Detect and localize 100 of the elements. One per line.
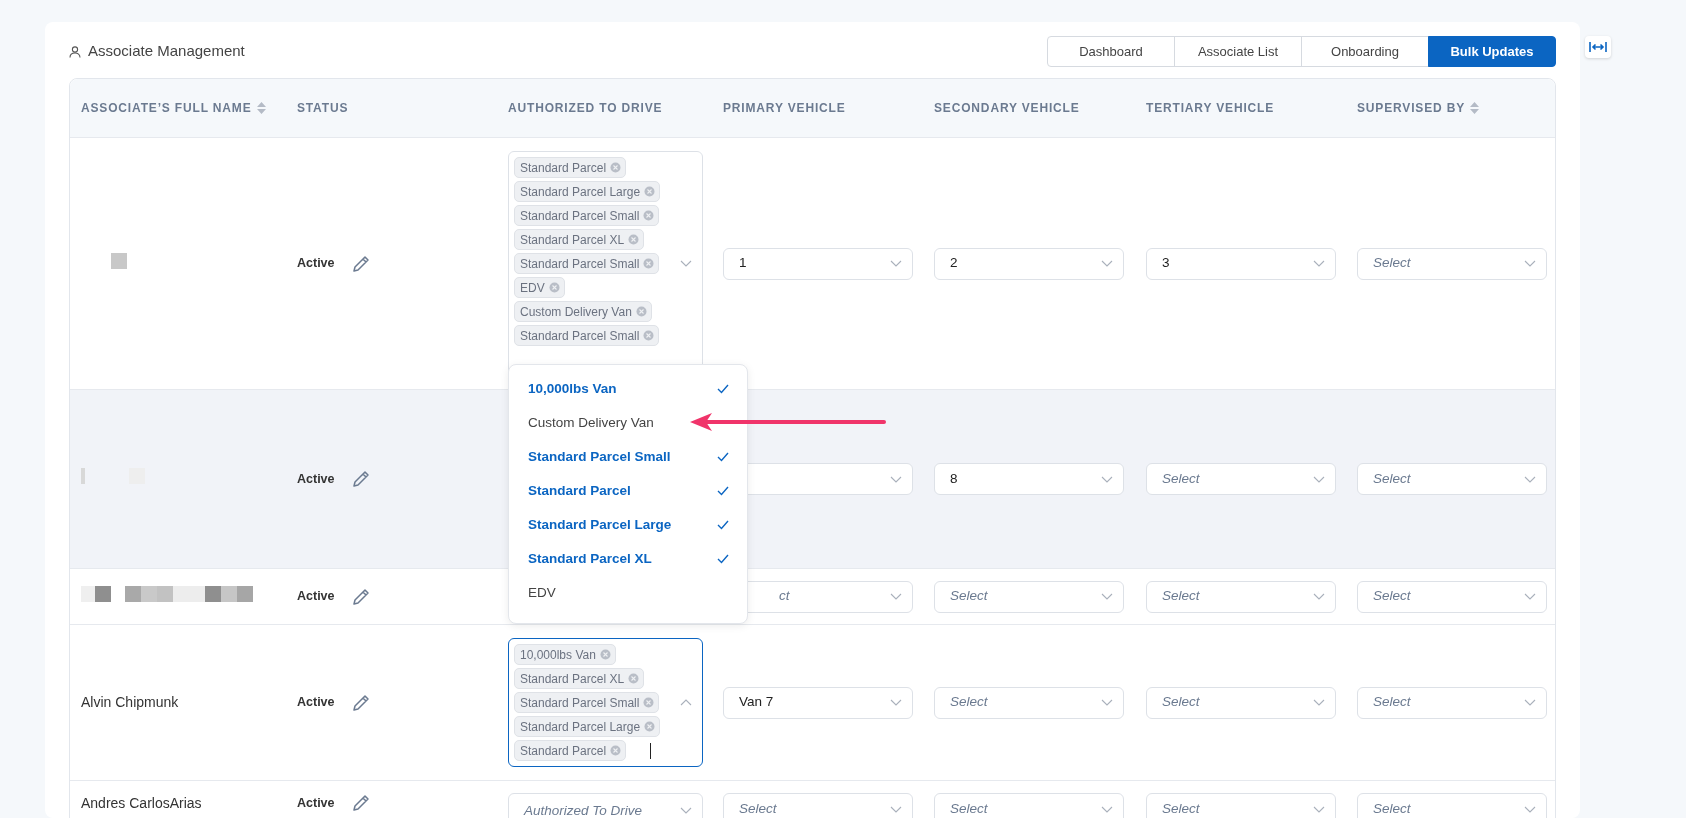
sort-icon[interactable] <box>256 102 266 114</box>
vehicle-tag[interactable]: Standard Parcel Small <box>514 692 660 713</box>
tab[interactable]: Bulk Updates <box>1428 36 1556 67</box>
column-header: SUPERVISED BY <box>1357 100 1466 117</box>
select-field[interactable]: Select <box>1357 247 1547 280</box>
check-icon <box>717 452 729 462</box>
select-field[interactable]: Select <box>1146 580 1336 613</box>
multi-select-field[interactable]: 10,000lbs Van Standard Parcel XL Standard Parcel Small Standard Parcel Large Standard Parcel <box>508 638 703 767</box>
status-text: Active <box>297 694 335 712</box>
dropdown-option[interactable]: Standard Parcel Small <box>509 440 747 474</box>
chevron-down-icon <box>1524 805 1536 813</box>
edit-icon[interactable] <box>350 253 371 274</box>
remove-icon[interactable] <box>548 282 560 293</box>
edit-icon[interactable] <box>350 692 371 713</box>
edit-icon[interactable] <box>350 469 371 489</box>
select-field[interactable]: Select <box>1357 686 1547 719</box>
remove-icon[interactable] <box>610 162 622 173</box>
check-icon <box>717 520 729 530</box>
associate-name: Andres CarlosArias <box>81 795 202 811</box>
select-field[interactable]: Select <box>934 580 1124 613</box>
chevron-down-icon <box>890 593 902 600</box>
chevron-down-icon <box>1313 805 1325 813</box>
chevron-down-icon <box>1313 260 1325 267</box>
edit-icon[interactable] <box>350 793 371 813</box>
chevron-down-icon <box>1524 260 1536 267</box>
tab[interactable]: Onboarding <box>1301 36 1429 67</box>
chevron-down-icon <box>1524 593 1536 600</box>
vehicle-tag[interactable]: Standard Parcel Small <box>514 205 660 226</box>
chevron-down-icon <box>890 699 902 706</box>
remove-icon[interactable] <box>644 186 656 197</box>
vehicle-tag[interactable]: Standard Parcel XL <box>514 229 645 250</box>
page-title: Associate Management <box>88 41 245 62</box>
dropdown-option[interactable]: Custom Delivery Van <box>509 406 747 440</box>
select-field[interactable]: Select <box>1357 580 1547 613</box>
chevron-down-icon <box>1101 699 1113 706</box>
vehicle-tag[interactable]: Standard Parcel Small <box>514 325 660 346</box>
dropdown-option[interactable]: Standard Parcel XL <box>509 542 747 576</box>
select-field[interactable]: Select <box>1146 793 1336 818</box>
select-field[interactable]: Select <box>1146 463 1336 495</box>
select-field[interactable]: 1 <box>723 247 913 280</box>
chevron-down-icon <box>890 475 902 483</box>
vehicle-tag[interactable]: Custom Delivery Van <box>514 301 652 322</box>
remove-icon[interactable] <box>643 330 655 341</box>
vehicle-tag[interactable]: Standard Parcel XL <box>514 668 645 689</box>
edit-icon[interactable] <box>350 586 371 607</box>
vehicle-tag[interactable]: Standard Parcel Large <box>514 181 661 202</box>
remove-icon[interactable] <box>628 234 640 245</box>
remove-icon[interactable] <box>643 210 655 221</box>
chevron-down-icon <box>1313 699 1325 706</box>
select-field[interactable]: Select <box>934 793 1124 818</box>
select-field[interactable]: Select <box>1357 463 1547 495</box>
text-cursor <box>650 742 652 759</box>
vehicle-tag[interactable]: Standard Parcel Small <box>514 253 660 274</box>
redacted-name <box>111 252 127 269</box>
vehicle-tag[interactable]: Standard Parcel <box>514 740 627 761</box>
multi-select-field[interactable]: Authorized To Drive <box>508 793 703 818</box>
remove-icon[interactable] <box>635 306 647 317</box>
remove-icon[interactable] <box>643 697 655 708</box>
dropdown-option[interactable]: Standard Parcel Large <box>509 508 747 542</box>
select-field[interactable]: Select <box>1357 793 1547 818</box>
chevron-down-icon <box>1313 475 1325 483</box>
status-text: Active <box>297 794 335 812</box>
dropdown-option[interactable]: Standard Parcel <box>509 474 747 508</box>
chevron-down-icon <box>890 260 902 267</box>
status-text: Active <box>297 255 335 273</box>
chevron-down-icon <box>1101 475 1113 483</box>
remove-icon[interactable] <box>628 673 640 684</box>
remove-icon[interactable] <box>599 649 611 660</box>
remove-icon[interactable] <box>610 745 622 756</box>
tab[interactable]: Dashboard <box>1047 36 1175 67</box>
remove-icon[interactable] <box>643 258 655 269</box>
chevron-down-icon <box>1101 593 1113 600</box>
select-field[interactable]: Select <box>934 686 1124 719</box>
select-field[interactable]: Van 7 <box>723 686 913 719</box>
chevron-down-icon <box>1524 699 1536 706</box>
status-text: Active <box>297 470 335 488</box>
select-field[interactable]: 2 <box>934 247 1124 280</box>
vehicle-tag[interactable]: 10,000lbs Van <box>514 644 616 665</box>
sort-icon[interactable] <box>1470 102 1480 114</box>
check-icon <box>717 486 729 496</box>
check-icon <box>717 384 729 394</box>
select-field[interactable]: Select <box>723 793 913 818</box>
check-icon <box>717 554 729 564</box>
chevron-down-icon <box>890 805 902 813</box>
column-header: PRIMARY VEHICLE <box>723 100 846 117</box>
column-header: TERTIARY VEHICLE <box>1146 100 1275 117</box>
chevron-down-icon <box>1101 260 1113 267</box>
remove-icon[interactable] <box>644 721 656 732</box>
redacted-name <box>81 468 145 485</box>
column-header: AUTHORIZED TO DRIVE <box>508 100 663 117</box>
select-field[interactable]: 8 <box>934 463 1124 495</box>
chevron-down-icon <box>1101 805 1113 813</box>
select-field[interactable]: Select <box>1146 686 1336 719</box>
associate-name: Alvin Chipmunk <box>81 694 179 710</box>
tab[interactable]: Associate List <box>1174 36 1302 67</box>
vehicle-tag[interactable]: Standard Parcel Large <box>514 716 661 737</box>
expand-icon[interactable] <box>1585 36 1611 58</box>
select-field[interactable]: 3 <box>1146 247 1336 280</box>
vehicle-tag[interactable]: EDV <box>514 277 565 298</box>
vehicle-tag[interactable]: Standard Parcel <box>514 157 627 178</box>
